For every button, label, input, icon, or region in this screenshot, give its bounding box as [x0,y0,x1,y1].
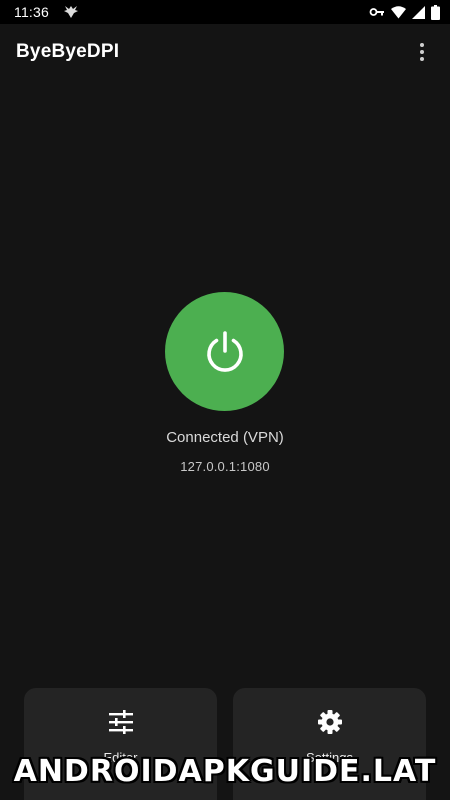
status-bar: 11:36 [0,0,450,24]
settings-label: Settings [306,750,353,765]
wifi-icon [391,5,406,19]
battery-icon [431,4,440,20]
power-icon [206,330,243,372]
cellular-signal-icon [412,5,425,19]
status-time: 11:36 [14,4,49,20]
editor-button[interactable]: Editor [24,688,217,800]
gear-icon [316,708,344,736]
app-bar: ByeByeDPI [0,24,450,80]
editor-label: Editor [103,750,138,765]
connection-status-text: Connected (VPN) [166,429,284,446]
overflow-menu-button[interactable] [406,32,438,72]
more-vert-icon [420,43,424,61]
status-icons [369,4,440,20]
proxy-address-text: 127.0.0.1:1080 [180,459,270,474]
app-title: ByeByeDPI [16,41,120,62]
tune-icon [107,708,135,736]
connect-toggle-button[interactable] [165,292,284,411]
app-screen: 11:36 ByeByeDPI Connected (VPN) 127.0.0.… [0,0,450,800]
settings-button[interactable]: Settings [233,688,426,800]
notification-icon [63,4,79,20]
vpn-key-icon [369,6,385,18]
